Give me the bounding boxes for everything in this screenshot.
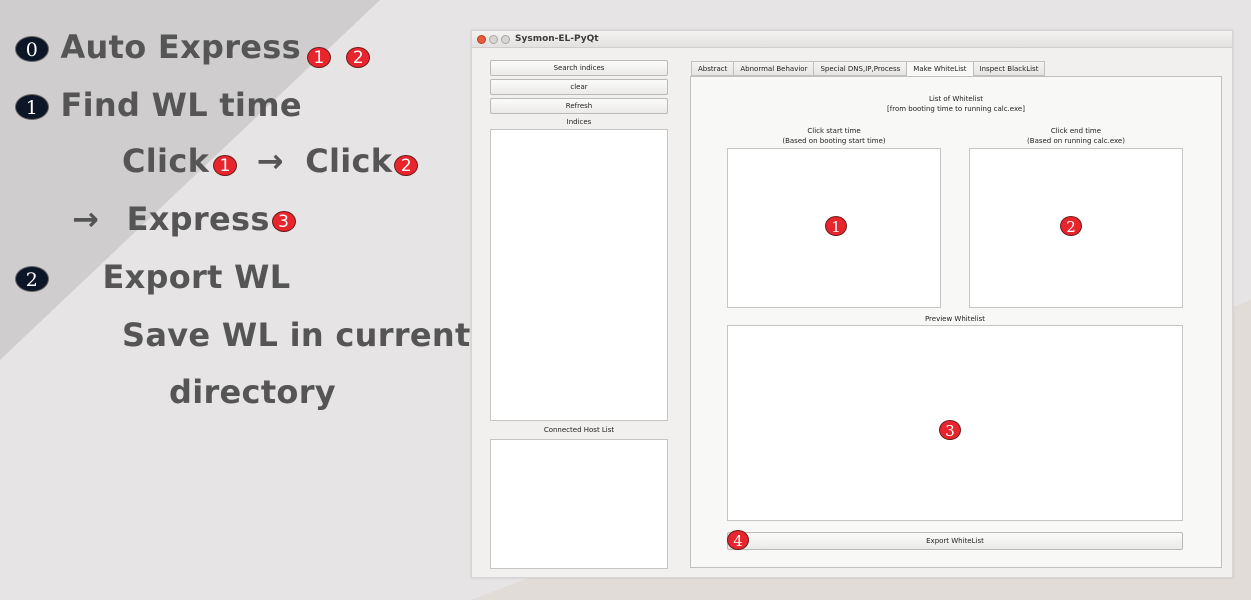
step-number-badge: 2	[15, 266, 49, 292]
instruction-click-line: Click 1 → Click 2	[122, 142, 419, 180]
red-number-badge: 4	[727, 530, 749, 550]
click-text: Click	[305, 142, 393, 180]
clear-button[interactable]: clear	[490, 79, 668, 95]
host-list-label: Connected Host List	[543, 426, 615, 434]
arrow-icon: →	[256, 142, 284, 180]
red-number-badge: 1	[307, 46, 332, 68]
instruction-step2: 2 Export WL	[15, 258, 290, 296]
connected-host-list[interactable]	[490, 439, 668, 569]
tab-special-dns-ip-process[interactable]: Special DNS,IP,Process	[813, 61, 907, 76]
arrow-icon: →	[72, 200, 100, 238]
instruction-save-line2: directory	[169, 373, 336, 411]
instruction-step0: 0 Auto Express 1 2	[15, 28, 371, 68]
step-number-badge: 0	[15, 36, 49, 62]
red-number-badge: 1	[825, 216, 847, 236]
click-text: Click	[122, 142, 210, 180]
instruction-text: Auto Express	[60, 28, 302, 66]
title-bar: Sysmon-EL-PyQt	[472, 31, 1232, 48]
red-number-badge: 1	[213, 154, 238, 176]
red-number-badge: 2	[346, 46, 371, 68]
preview-whitelist-label: Preview Whitelist	[924, 315, 986, 323]
window-title: Sysmon-EL-PyQt	[515, 34, 599, 44]
red-number-badge: 2	[1060, 216, 1082, 236]
step-number-badge: 1	[15, 94, 49, 120]
make-whitelist-panel: List of Whitelist [from booting time to …	[690, 76, 1222, 568]
start-time-sublabel: (Based on booting start time)	[782, 137, 886, 145]
list-title: List of Whitelist	[928, 95, 984, 103]
indices-list[interactable]	[490, 129, 668, 421]
indices-label: Indices	[566, 118, 592, 126]
preview-whitelist-area[interactable]: 3	[727, 325, 1183, 521]
app-window: Sysmon-EL-PyQt Search indices clear Refr…	[471, 30, 1233, 578]
instruction-express-line: → Express 3	[72, 200, 296, 238]
tab-inspect-blacklist[interactable]: Inspect BlackList	[972, 61, 1046, 76]
end-time-list[interactable]: 2	[969, 148, 1183, 308]
tab-abnormal-behavior[interactable]: Abnormal Behavior	[733, 61, 814, 76]
refresh-button[interactable]: Refresh	[490, 98, 668, 114]
tab-abstract[interactable]: Abstract	[691, 61, 734, 76]
export-whitelist-button[interactable]: Export WhiteList	[727, 532, 1183, 550]
instruction-step1: 1 Find WL time	[15, 86, 302, 124]
minimize-icon[interactable]	[489, 35, 498, 44]
list-subtitle: [from booting time to running calc.exe]	[887, 105, 1025, 113]
close-icon[interactable]	[477, 35, 486, 44]
tab-make-whitelist[interactable]: Make WhiteList	[906, 61, 973, 77]
red-number-badge: 2	[394, 154, 419, 176]
red-number-badge: 3	[939, 420, 961, 440]
search-indices-button[interactable]: Search indices	[490, 60, 668, 76]
end-time-label: Click end time	[1050, 127, 1102, 135]
instruction-text: Export WL	[102, 258, 291, 296]
express-text: Express	[126, 200, 270, 238]
red-number-badge: 3	[271, 210, 296, 232]
start-time-list[interactable]: 1	[727, 148, 941, 308]
end-time-sublabel: (Based on running calc.exe)	[1027, 137, 1125, 145]
instruction-save-line1: Save WL in current	[122, 316, 471, 354]
start-time-label: Click start time	[807, 127, 861, 135]
instruction-text: Find WL time	[60, 86, 302, 124]
maximize-icon[interactable]	[501, 35, 510, 44]
tab-bar: Abstract Abnormal Behavior Special DNS,I…	[691, 61, 1046, 77]
